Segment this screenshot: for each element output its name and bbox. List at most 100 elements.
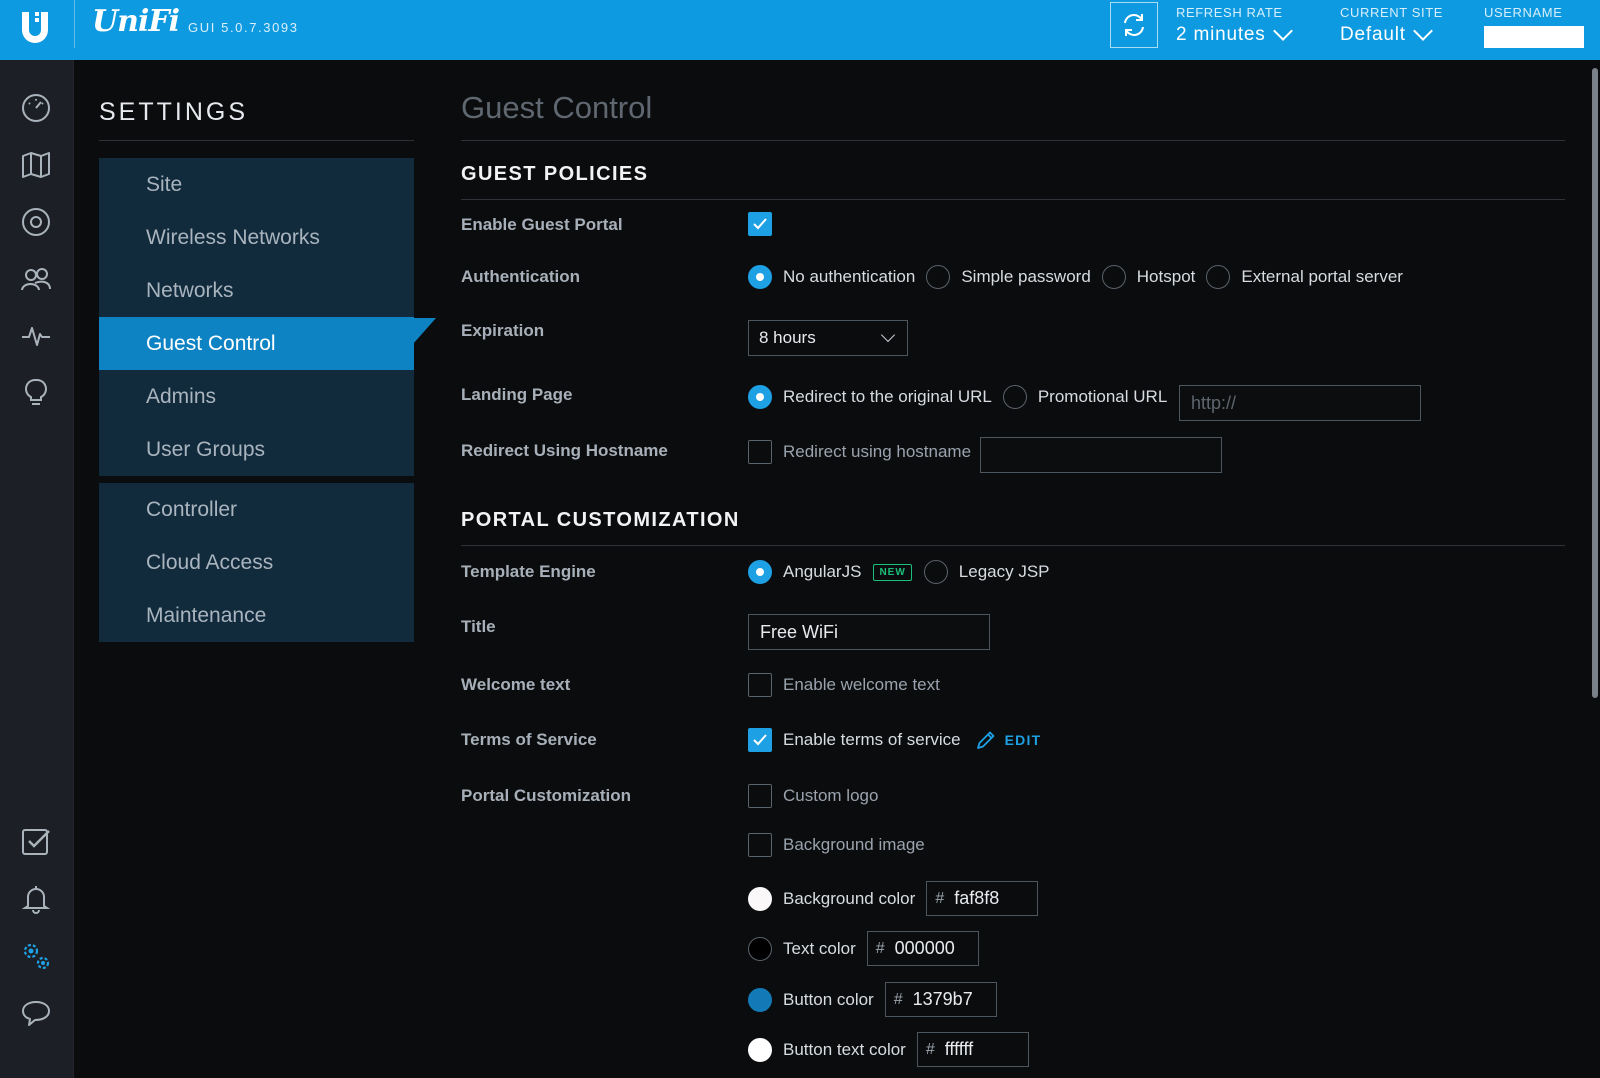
insights-icon[interactable] bbox=[18, 375, 54, 411]
dashboard-icon[interactable] bbox=[18, 90, 54, 126]
portal-customization-divider bbox=[461, 545, 1565, 546]
gui-version: GUI 5.0.7.3093 bbox=[188, 20, 299, 35]
unifi-brand: UniFi bbox=[92, 4, 180, 39]
icon-rail bbox=[0, 60, 74, 1078]
background-color-swatch[interactable] bbox=[748, 886, 772, 911]
sidebar-item-wireless-networks[interactable]: Wireless Networks bbox=[99, 211, 414, 264]
custom-logo-checkbox[interactable] bbox=[748, 784, 772, 808]
welcome-text-label: Welcome text bbox=[461, 675, 571, 694]
terms-checkbox[interactable] bbox=[748, 728, 772, 752]
radio-selected[interactable] bbox=[748, 560, 772, 584]
ubiquiti-logo-icon[interactable] bbox=[14, 6, 56, 48]
portal-customization-label: Portal Customization bbox=[461, 786, 632, 805]
check-icon bbox=[753, 734, 767, 746]
statistics-icon[interactable] bbox=[18, 318, 54, 354]
expiration-value: 8 hours bbox=[759, 328, 816, 347]
radio[interactable] bbox=[926, 265, 951, 289]
button-color-swatch[interactable] bbox=[748, 987, 772, 1012]
auth-option-simple-password-label: Simple password bbox=[961, 267, 1091, 286]
promotional-url-input[interactable]: http:// bbox=[1179, 385, 1421, 421]
sidebar-item-networks[interactable]: Networks bbox=[99, 264, 414, 317]
button-color-label: Button color bbox=[783, 989, 874, 1009]
button-color-input[interactable]: #1379b7 bbox=[884, 982, 997, 1017]
current-site-dropdown[interactable]: CURRENT SITE Default bbox=[1340, 5, 1443, 46]
clients-icon[interactable] bbox=[18, 261, 54, 297]
hash-prefix: # bbox=[893, 990, 903, 1008]
sidebar-item-controller[interactable]: Controller bbox=[99, 483, 414, 536]
refresh-icon bbox=[1124, 14, 1144, 36]
username-menu[interactable]: USERNAME bbox=[1484, 5, 1584, 48]
landing-option-original-url-label: Redirect to the original URL bbox=[783, 387, 992, 406]
auth-option-none[interactable]: No authentication bbox=[748, 265, 915, 289]
template-option-legacy-jsp[interactable]: Legacy JSP bbox=[923, 560, 1050, 584]
refresh-button[interactable] bbox=[1110, 2, 1158, 48]
enable-guest-portal-checkbox[interactable] bbox=[748, 212, 772, 236]
current-site-label: CURRENT SITE bbox=[1340, 5, 1444, 20]
sidebar-item-user-groups[interactable]: User Groups bbox=[99, 423, 414, 476]
refresh-rate-dropdown[interactable]: REFRESH RATE 2 minutes bbox=[1176, 5, 1293, 46]
settings-icon[interactable] bbox=[18, 938, 54, 974]
radio-selected[interactable] bbox=[748, 265, 772, 289]
text-color-hex: 000000 bbox=[894, 938, 955, 958]
events-icon[interactable] bbox=[18, 824, 54, 860]
template-option-angularjs-label: AngularJS bbox=[783, 562, 862, 581]
template-option-angularjs[interactable]: AngularJS bbox=[748, 560, 861, 584]
settings-title: SETTINGS bbox=[99, 98, 249, 126]
landing-page-label: Landing Page bbox=[461, 385, 573, 404]
sidebar-item-maintenance[interactable]: Maintenance bbox=[99, 589, 414, 642]
pencil-icon bbox=[976, 731, 995, 749]
landing-option-original-url[interactable]: Redirect to the original URL bbox=[748, 385, 992, 409]
page-scrollbar[interactable] bbox=[1592, 68, 1598, 698]
radio[interactable] bbox=[923, 560, 948, 584]
button-color-row: Button color #1379b7 bbox=[748, 982, 997, 1017]
expiration-select[interactable]: 8 hours bbox=[748, 320, 908, 356]
welcome-text-checkbox[interactable] bbox=[748, 673, 772, 697]
devices-icon[interactable] bbox=[18, 204, 54, 240]
chevron-down-icon bbox=[880, 327, 896, 343]
sidebar-item-site[interactable]: Site bbox=[99, 158, 414, 211]
logo-divider bbox=[74, 0, 75, 48]
auth-option-simple-password[interactable]: Simple password bbox=[926, 265, 1091, 289]
alerts-icon[interactable] bbox=[18, 881, 54, 917]
button-text-color-input[interactable]: # ffffff bbox=[916, 1032, 1029, 1067]
button-text-color-swatch[interactable] bbox=[748, 1037, 772, 1062]
button-text-color-row: Button text color # ffffff bbox=[748, 1032, 1029, 1067]
redirect-hostname-checkbox[interactable] bbox=[748, 440, 772, 464]
auth-option-external-portal[interactable]: External portal server bbox=[1206, 265, 1403, 289]
landing-option-promotional-url[interactable]: Promotional URL bbox=[1002, 385, 1168, 409]
custom-logo-label: Custom logo bbox=[783, 786, 879, 805]
chat-icon[interactable] bbox=[18, 995, 54, 1031]
template-option-legacy-jsp-label: Legacy JSP bbox=[958, 562, 1050, 581]
portal-customization-heading: PORTAL CUSTOMIZATION bbox=[461, 509, 740, 531]
sidebar-item-guest-control[interactable]: Guest Control bbox=[99, 317, 414, 370]
radio[interactable] bbox=[1206, 265, 1231, 289]
radio[interactable] bbox=[1101, 265, 1126, 289]
auth-option-hotspot[interactable]: Hotspot bbox=[1101, 265, 1195, 289]
title-divider bbox=[461, 140, 1565, 141]
redirect-hostname-input[interactable] bbox=[980, 437, 1222, 473]
enable-guest-portal-label: Enable Guest Portal bbox=[461, 215, 623, 234]
sidebar-item-admins[interactable]: Admins bbox=[99, 370, 414, 423]
text-color-input[interactable]: #000000 bbox=[866, 931, 979, 966]
settings-divider bbox=[99, 140, 414, 141]
username-value-redacted bbox=[1484, 26, 1584, 48]
map-icon[interactable] bbox=[18, 147, 54, 183]
sidebar-item-cloud-access[interactable]: Cloud Access bbox=[99, 536, 414, 589]
welcome-text-checkbox-label: Enable welcome text bbox=[783, 675, 940, 694]
background-image-checkbox[interactable] bbox=[748, 833, 772, 857]
landing-option-promotional-url-label: Promotional URL bbox=[1037, 387, 1168, 406]
background-color-label: Background color bbox=[783, 888, 916, 908]
terms-label: Terms of Service bbox=[461, 730, 597, 749]
terms-edit-link[interactable]: EDIT bbox=[975, 729, 1042, 751]
settings-nav-group-2: Controller Cloud Access Maintenance bbox=[99, 483, 414, 642]
portal-title-input[interactable]: Free WiFi bbox=[748, 614, 990, 650]
radio[interactable] bbox=[1002, 385, 1027, 409]
background-color-input[interactable]: # faf8f8 bbox=[926, 881, 1039, 916]
background-image-label: Background image bbox=[783, 835, 925, 854]
authentication-radio-group: No authentication Simple password Hotspo… bbox=[748, 265, 1414, 289]
text-color-label: Text color bbox=[783, 938, 856, 958]
username-label: USERNAME bbox=[1484, 5, 1563, 20]
radio-selected[interactable] bbox=[748, 385, 772, 409]
text-color-swatch[interactable] bbox=[748, 936, 772, 961]
top-bar: UniFi GUI 5.0.7.3093 REFRESH RATE 2 minu… bbox=[0, 0, 1600, 60]
